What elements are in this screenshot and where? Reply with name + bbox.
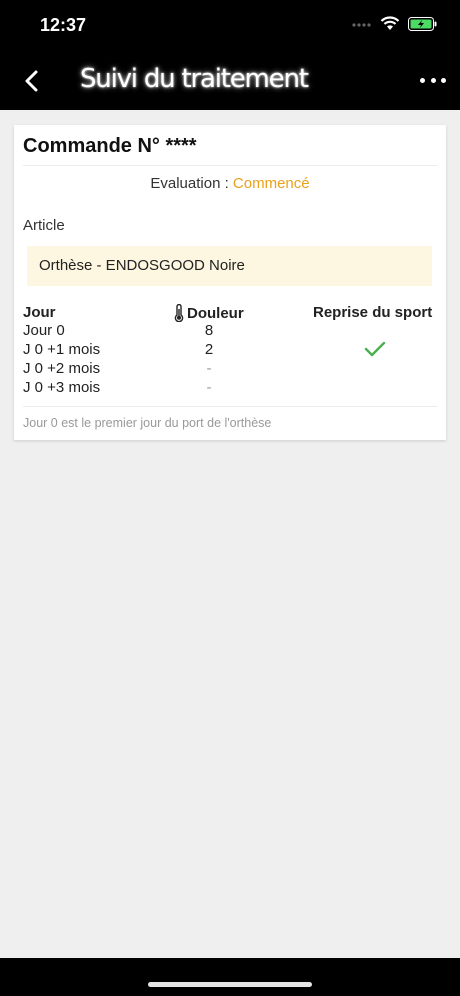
- more-dot-icon: [430, 77, 436, 83]
- more-dot-icon: [420, 77, 425, 83]
- pain-header-label: Douleur: [187, 304, 244, 322]
- row-day: J 0 +1 mois: [23, 341, 101, 358]
- table-row: Jour 0 8: [14, 322, 446, 341]
- back-button[interactable]: [18, 64, 48, 98]
- status-icons: [352, 16, 438, 32]
- order-card: Commande N° **** Evaluation : Commencé A…: [14, 125, 446, 440]
- footnote: Jour 0 est le premier jour du port de l'…: [23, 416, 272, 430]
- row-pain: 8: [204, 322, 214, 339]
- evaluation-status: Commencé: [232, 175, 310, 192]
- signal-icon: [352, 23, 371, 27]
- wifi-icon: [380, 16, 400, 30]
- row-pain: -: [206, 379, 212, 396]
- more-options-button[interactable]: [420, 70, 446, 90]
- row-day: J 0 +2 mois: [23, 360, 101, 377]
- nav-bar: Suivi du traitement: [0, 52, 460, 110]
- status-bar: 12:37: [0, 0, 460, 52]
- chevron-left-icon: [25, 70, 38, 92]
- page-title: Suivi du traitement: [80, 64, 309, 94]
- table-row: J 0 +2 mois -: [14, 360, 446, 379]
- article-label: Article: [23, 217, 65, 234]
- column-header-day: Jour: [23, 304, 56, 321]
- row-day: J 0 +3 mois: [23, 379, 101, 396]
- row-day: Jour 0: [23, 322, 65, 339]
- status-time: 12:37: [40, 15, 87, 35]
- divider: [23, 165, 437, 166]
- column-header-sport: Reprise du sport: [313, 304, 433, 321]
- home-indicator[interactable]: [148, 982, 312, 987]
- article-name: Orthèse - ENDOSGOOD Noire: [27, 246, 432, 286]
- table-row: J 0 +3 mois -: [14, 379, 446, 398]
- column-header-pain: Douleur: [174, 304, 244, 322]
- more-dot-icon: [441, 77, 446, 83]
- check-icon: [364, 341, 386, 357]
- row-pain: -: [206, 360, 212, 377]
- battery-charging-icon: [408, 17, 437, 31]
- divider: [23, 406, 437, 407]
- row-pain: 2: [204, 341, 214, 358]
- thermometer-icon: [174, 304, 184, 322]
- evaluation-row: Evaluation : Commencé: [14, 175, 446, 192]
- evaluation-label: Evaluation :: [150, 175, 233, 192]
- order-title: Commande N° ****: [23, 135, 197, 157]
- bottom-bar: [0, 958, 460, 996]
